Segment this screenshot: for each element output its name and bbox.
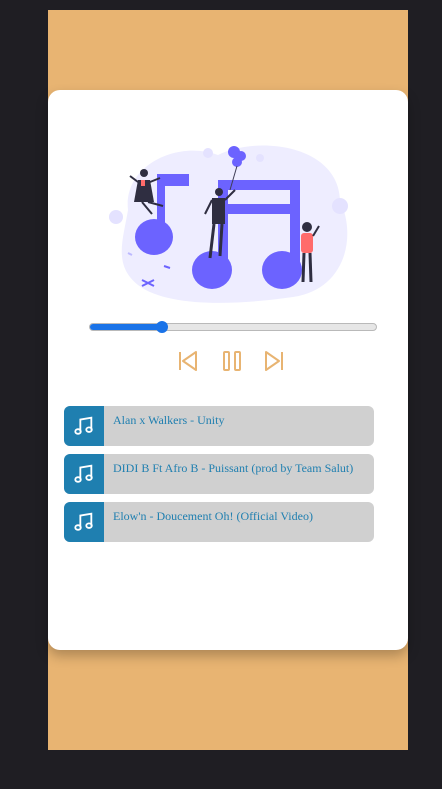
- playlist-item[interactable]: Alan x Walkers - Unity: [64, 406, 374, 446]
- skip-next-icon[interactable]: [262, 348, 286, 374]
- music-note-icon: [64, 454, 104, 494]
- playlist: Alan x Walkers - Unity DIDI B Ft Afro B …: [64, 406, 374, 550]
- progress-fill: [90, 324, 162, 330]
- skip-previous-icon[interactable]: [176, 348, 200, 374]
- track-title: Elow'n - Doucement Oh! (Official Video): [113, 509, 313, 523]
- playlist-item[interactable]: Elow'n - Doucement Oh! (Official Video): [64, 502, 374, 542]
- player-card: Alan x Walkers - Unity DIDI B Ft Afro B …: [48, 90, 408, 650]
- progress-bar[interactable]: [89, 321, 377, 333]
- progress-thumb[interactable]: [155, 321, 168, 333]
- playback-controls: [176, 348, 288, 374]
- music-note-icon: [64, 502, 104, 542]
- pause-icon[interactable]: [220, 348, 244, 374]
- music-note-icon: [64, 406, 104, 446]
- track-title: Alan x Walkers - Unity: [113, 413, 225, 427]
- playlist-item[interactable]: DIDI B Ft Afro B - Puissant (prod by Tea…: [64, 454, 374, 494]
- music-illustration: [109, 145, 348, 303]
- track-title: DIDI B Ft Afro B - Puissant (prod by Tea…: [113, 461, 354, 475]
